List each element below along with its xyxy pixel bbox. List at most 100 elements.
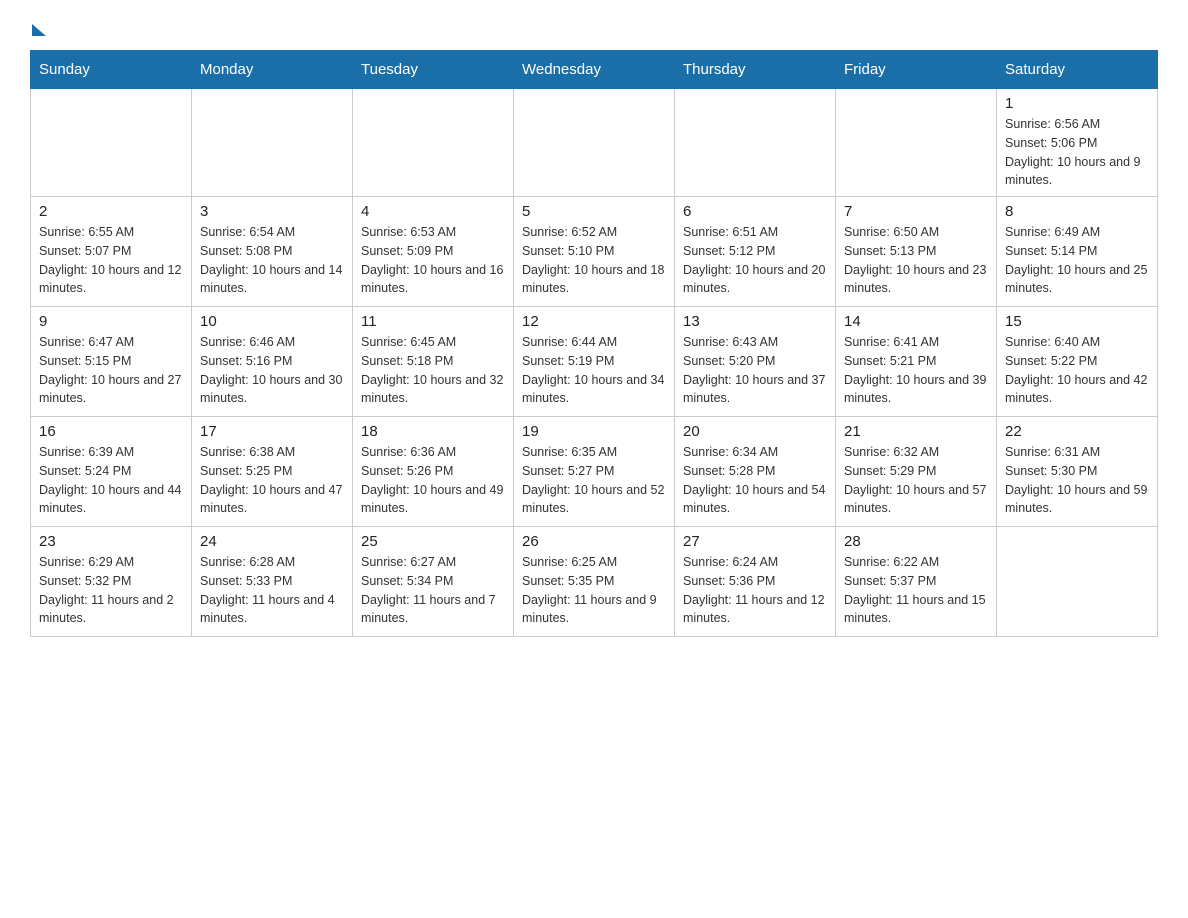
calendar-cell: 4 Sunrise: 6:53 AMSunset: 5:09 PMDaylight… (353, 197, 514, 307)
day-number: 23 (39, 533, 183, 550)
day-number: 13 (683, 313, 827, 330)
day-number: 27 (683, 533, 827, 550)
day-info: Sunrise: 6:54 AMSunset: 5:08 PMDaylight:… (200, 223, 344, 298)
day-info: Sunrise: 6:22 AMSunset: 5:37 PMDaylight:… (844, 553, 988, 628)
calendar-cell (514, 89, 675, 197)
calendar-cell (353, 89, 514, 197)
day-info: Sunrise: 6:35 AMSunset: 5:27 PMDaylight:… (522, 443, 666, 518)
calendar-cell (192, 89, 353, 197)
calendar-cell: 18 Sunrise: 6:36 AMSunset: 5:26 PMDayligh… (353, 417, 514, 527)
calendar-cell: 20 Sunrise: 6:34 AMSunset: 5:28 PMDayligh… (675, 417, 836, 527)
day-number: 1 (1005, 95, 1149, 112)
day-number: 20 (683, 423, 827, 440)
calendar-cell: 19 Sunrise: 6:35 AMSunset: 5:27 PMDayligh… (514, 417, 675, 527)
logo (30, 20, 46, 34)
day-number: 8 (1005, 203, 1149, 220)
day-number: 3 (200, 203, 344, 220)
calendar-cell (836, 89, 997, 197)
day-info: Sunrise: 6:25 AMSunset: 5:35 PMDaylight:… (522, 553, 666, 628)
calendar-cell: 15 Sunrise: 6:40 AMSunset: 5:22 PMDayligh… (997, 307, 1158, 417)
col-header-monday: Monday (192, 51, 353, 89)
day-info: Sunrise: 6:43 AMSunset: 5:20 PMDaylight:… (683, 333, 827, 408)
day-number: 11 (361, 313, 505, 330)
calendar-cell (997, 527, 1158, 637)
calendar-cell: 2 Sunrise: 6:55 AMSunset: 5:07 PMDaylight… (31, 197, 192, 307)
calendar-cell: 13 Sunrise: 6:43 AMSunset: 5:20 PMDayligh… (675, 307, 836, 417)
day-info: Sunrise: 6:27 AMSunset: 5:34 PMDaylight:… (361, 553, 505, 628)
calendar-cell: 1 Sunrise: 6:56 AMSunset: 5:06 PMDaylight… (997, 89, 1158, 197)
day-number: 9 (39, 313, 183, 330)
day-number: 19 (522, 423, 666, 440)
calendar-cell: 16 Sunrise: 6:39 AMSunset: 5:24 PMDayligh… (31, 417, 192, 527)
calendar-cell: 17 Sunrise: 6:38 AMSunset: 5:25 PMDayligh… (192, 417, 353, 527)
day-info: Sunrise: 6:50 AMSunset: 5:13 PMDaylight:… (844, 223, 988, 298)
col-header-saturday: Saturday (997, 51, 1158, 89)
calendar-cell: 11 Sunrise: 6:45 AMSunset: 5:18 PMDayligh… (353, 307, 514, 417)
day-number: 24 (200, 533, 344, 550)
page-header (30, 20, 1158, 34)
calendar-cell: 24 Sunrise: 6:28 AMSunset: 5:33 PMDayligh… (192, 527, 353, 637)
calendar-week-row: 9 Sunrise: 6:47 AMSunset: 5:15 PMDaylight… (31, 307, 1158, 417)
day-info: Sunrise: 6:31 AMSunset: 5:30 PMDaylight:… (1005, 443, 1149, 518)
calendar-cell: 10 Sunrise: 6:46 AMSunset: 5:16 PMDayligh… (192, 307, 353, 417)
calendar-cell: 5 Sunrise: 6:52 AMSunset: 5:10 PMDaylight… (514, 197, 675, 307)
day-info: Sunrise: 6:51 AMSunset: 5:12 PMDaylight:… (683, 223, 827, 298)
day-info: Sunrise: 6:29 AMSunset: 5:32 PMDaylight:… (39, 553, 183, 628)
col-header-thursday: Thursday (675, 51, 836, 89)
day-info: Sunrise: 6:49 AMSunset: 5:14 PMDaylight:… (1005, 223, 1149, 298)
day-number: 26 (522, 533, 666, 550)
day-number: 10 (200, 313, 344, 330)
calendar-week-row: 16 Sunrise: 6:39 AMSunset: 5:24 PMDayligh… (31, 417, 1158, 527)
day-number: 4 (361, 203, 505, 220)
calendar-cell (31, 89, 192, 197)
calendar-cell: 25Sunrise: 6:27 AMSunset: 5:34 PMDayligh… (353, 527, 514, 637)
day-number: 2 (39, 203, 183, 220)
col-header-tuesday: Tuesday (353, 51, 514, 89)
calendar-cell: 9 Sunrise: 6:47 AMSunset: 5:15 PMDaylight… (31, 307, 192, 417)
day-number: 6 (683, 203, 827, 220)
calendar-cell: 8 Sunrise: 6:49 AMSunset: 5:14 PMDaylight… (997, 197, 1158, 307)
day-info: Sunrise: 6:40 AMSunset: 5:22 PMDaylight:… (1005, 333, 1149, 408)
day-number: 5 (522, 203, 666, 220)
calendar-cell: 14Sunrise: 6:41 AMSunset: 5:21 PMDayligh… (836, 307, 997, 417)
calendar-header-row: SundayMondayTuesdayWednesdayThursdayFrid… (31, 51, 1158, 89)
day-number: 17 (200, 423, 344, 440)
calendar-cell: 7 Sunrise: 6:50 AMSunset: 5:13 PMDaylight… (836, 197, 997, 307)
day-info: Sunrise: 6:38 AMSunset: 5:25 PMDaylight:… (200, 443, 344, 518)
day-number: 16 (39, 423, 183, 440)
calendar-week-row: 23 Sunrise: 6:29 AMSunset: 5:32 PMDayligh… (31, 527, 1158, 637)
day-number: 14 (844, 313, 988, 330)
day-info: Sunrise: 6:47 AMSunset: 5:15 PMDaylight:… (39, 333, 183, 408)
day-info: Sunrise: 6:55 AMSunset: 5:07 PMDaylight:… (39, 223, 183, 298)
calendar-cell: 22 Sunrise: 6:31 AMSunset: 5:30 PMDayligh… (997, 417, 1158, 527)
day-info: Sunrise: 6:32 AMSunset: 5:29 PMDaylight:… (844, 443, 988, 518)
logo-arrow-icon (32, 24, 46, 36)
calendar-table: SundayMondayTuesdayWednesdayThursdayFrid… (30, 50, 1158, 637)
day-number: 15 (1005, 313, 1149, 330)
day-number: 18 (361, 423, 505, 440)
calendar-week-row: 1 Sunrise: 6:56 AMSunset: 5:06 PMDaylight… (31, 89, 1158, 197)
day-number: 12 (522, 313, 666, 330)
day-info: Sunrise: 6:39 AMSunset: 5:24 PMDaylight:… (39, 443, 183, 518)
calendar-cell: 21Sunrise: 6:32 AMSunset: 5:29 PMDayligh… (836, 417, 997, 527)
calendar-cell: 23 Sunrise: 6:29 AMSunset: 5:32 PMDayligh… (31, 527, 192, 637)
calendar-cell: 6 Sunrise: 6:51 AMSunset: 5:12 PMDaylight… (675, 197, 836, 307)
calendar-cell: 28 Sunrise: 6:22 AMSunset: 5:37 PMDayligh… (836, 527, 997, 637)
day-info: Sunrise: 6:46 AMSunset: 5:16 PMDaylight:… (200, 333, 344, 408)
day-info: Sunrise: 6:52 AMSunset: 5:10 PMDaylight:… (522, 223, 666, 298)
day-info: Sunrise: 6:44 AMSunset: 5:19 PMDaylight:… (522, 333, 666, 408)
day-number: 28 (844, 533, 988, 550)
col-header-friday: Friday (836, 51, 997, 89)
calendar-cell: 26 Sunrise: 6:25 AMSunset: 5:35 PMDayligh… (514, 527, 675, 637)
calendar-cell (675, 89, 836, 197)
day-info: Sunrise: 6:36 AMSunset: 5:26 PMDaylight:… (361, 443, 505, 518)
day-info: Sunrise: 6:45 AMSunset: 5:18 PMDaylight:… (361, 333, 505, 408)
day-number: 22 (1005, 423, 1149, 440)
day-number: 7 (844, 203, 988, 220)
calendar-cell: 27Sunrise: 6:24 AMSunset: 5:36 PMDayligh… (675, 527, 836, 637)
day-info: Sunrise: 6:56 AMSunset: 5:06 PMDaylight:… (1005, 115, 1149, 190)
calendar-cell: 12 Sunrise: 6:44 AMSunset: 5:19 PMDayligh… (514, 307, 675, 417)
day-info: Sunrise: 6:28 AMSunset: 5:33 PMDaylight:… (200, 553, 344, 628)
day-info: Sunrise: 6:34 AMSunset: 5:28 PMDaylight:… (683, 443, 827, 518)
day-info: Sunrise: 6:53 AMSunset: 5:09 PMDaylight:… (361, 223, 505, 298)
